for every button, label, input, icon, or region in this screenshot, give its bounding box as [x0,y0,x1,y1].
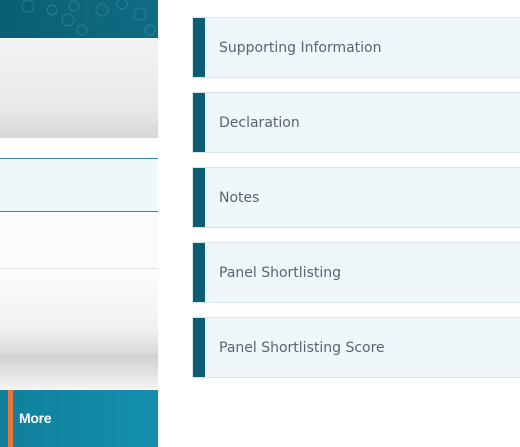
sidebar-item-active[interactable] [0,158,158,212]
sidebar-divider [0,355,158,389]
section-item-panel-shortlisting-score[interactable]: Panel Shortlisting Score [192,317,520,378]
section-accent-bar [193,318,205,377]
section-item-label: Notes [219,189,260,206]
section-item-label: Panel Shortlisting Score [219,339,385,356]
more-button-label: More [19,410,52,426]
section-item-notes[interactable]: Notes [192,167,520,228]
section-item-label: Supporting Information [219,39,382,56]
sidebar-item[interactable] [0,212,158,269]
more-button[interactable]: More [0,390,158,447]
sidebar-card [0,269,158,355]
application-page: More Supporting Information Declaration … [0,0,520,447]
section-accent-bar [193,93,205,152]
section-item-label: Panel Shortlisting [219,264,342,281]
bubble-pattern-icon [21,0,156,36]
section-item-declaration[interactable]: Declaration [192,92,520,153]
section-accent-bar [193,18,205,77]
section-item-panel-shortlisting[interactable]: Panel Shortlisting [192,242,520,303]
section-accent-bar [193,243,205,302]
section-item-label: Declaration [219,114,300,131]
sidebar-card [0,38,158,138]
section-accent-bar [193,168,205,227]
left-sidebar: More [0,0,158,447]
section-list: Supporting Information Declaration Notes… [192,17,520,392]
sidebar-header-banner [0,0,158,38]
more-accent-bar [8,390,13,447]
section-item-supporting-information[interactable]: Supporting Information [192,17,520,78]
